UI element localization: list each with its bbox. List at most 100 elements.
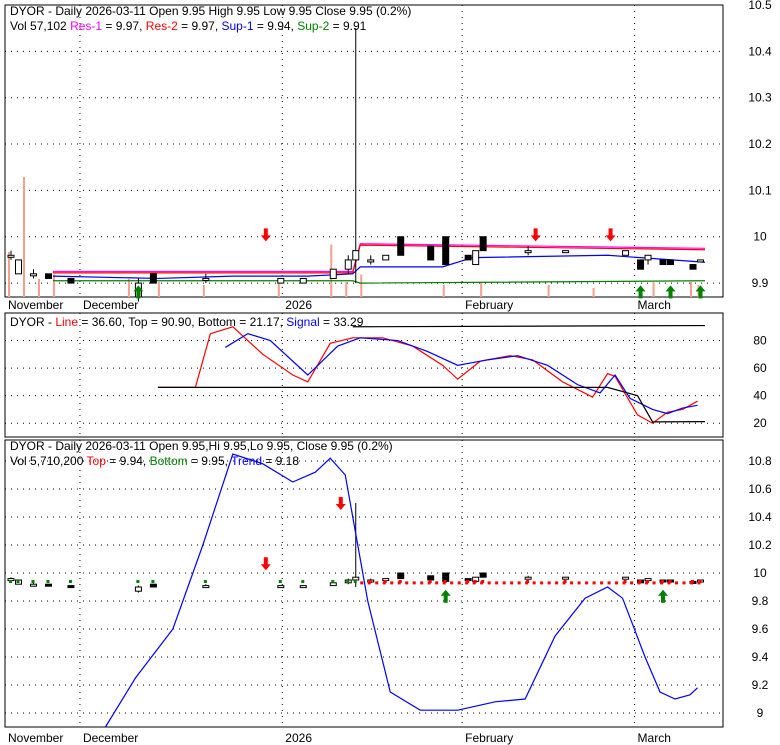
y-tick-label: 10 [753,230,767,244]
candle-body [427,575,435,581]
y-tick-label: 9.6 [752,622,769,636]
candle-body [67,277,75,284]
top-dot [592,581,596,585]
candle-body [29,583,37,587]
top-dot [465,581,469,585]
candle-body [277,277,285,284]
legend-item: Top [87,454,107,468]
top-dot [360,581,364,585]
y-tick-label: 60 [753,361,767,375]
trend-dot [346,580,350,583]
down-arrow-icon [530,228,541,242]
x-tick-label: February [465,298,513,312]
legend-title: DYOR - Daily 2026-03-11 Open 9.95,Hi 9.9… [10,439,393,453]
candle-body [352,250,360,261]
panel-frame [4,4,724,298]
volume-bar [202,285,205,297]
volume-bar [8,252,10,297]
top-dot [382,581,386,585]
top-dot [442,581,446,585]
legend-item: Res-1 [70,19,102,33]
top-dot [480,581,484,585]
top-dot [652,581,656,585]
legend-title: DYOR - Daily 2026-03-11 Open 9.95 High 9… [10,4,411,18]
top-dot [697,581,701,585]
top-dot [412,581,416,585]
candle-body [44,583,52,587]
top-dot [607,581,611,585]
top-dot [427,581,431,585]
chart-canvas: 10.5 10.4 10.3 10.2 10.1 10 9.9 DYOR - Daily 20… [4,0,772,745]
chart-title: DYOR - Daily 2026-03-11 Open 9.95 High 9… [10,4,411,18]
legend-item: Sup-2 [297,19,329,33]
x-tick-label: 2026 [285,298,312,312]
y-tick-label: 9.9 [752,276,769,290]
candle-body [149,583,157,588]
legend-item: = 9.94, [106,454,150,468]
legend-item: Vol 57,102 [10,19,70,33]
trend-line [104,453,698,728]
y-tick-label: 9.2 [752,678,769,692]
trend-dot [68,580,72,583]
candle-body [697,259,705,263]
up-arrow-icon [695,285,706,299]
y-tick-label: 10.4 [748,510,772,524]
y-tick-label: 10.8 [748,454,772,468]
top-dot [367,581,371,585]
x-tick-label: November [8,298,63,312]
candle-body [299,585,307,589]
legend-item: = 9.94, [254,19,298,33]
y-tick-label: 10.2 [748,137,772,151]
legend-item: = 9.97, [178,19,222,33]
y-tick-label: 80 [753,334,767,348]
y-tick-label: 9.4 [752,650,769,664]
y-tick-label: 10.2 [748,538,772,552]
down-arrow-icon [335,497,346,510]
trend-dot [353,580,357,583]
candle-body [277,585,285,589]
trend-dot [151,580,155,583]
candle-body [442,236,450,266]
top-dot [540,581,544,585]
candle-body [622,576,630,580]
top-dot [390,581,394,585]
candle-body [622,250,630,256]
candle-body [67,585,75,589]
top-dot [502,581,506,585]
legend-item: = 9.95, [188,454,231,468]
candle-body [352,576,360,581]
y-tick-label: 10.1 [748,183,772,197]
candle-body [299,277,307,284]
candle-body [149,273,157,284]
legend-item: Signal [286,315,319,329]
candle-body [29,273,37,277]
candle-body [689,264,697,270]
x-tick-label: 2026 [285,731,312,745]
trend-dot [278,580,282,583]
candle-body [562,576,570,580]
candle-body [479,236,487,252]
volume-bar [52,274,55,297]
legend-item: DYOR - [10,315,55,329]
x-tick-label: March [638,298,671,312]
x-tick-label: December [83,731,138,745]
candle-body [524,250,532,254]
top-dot [577,581,581,585]
top-dot [547,581,551,585]
volume-bar [442,285,445,297]
top-dot [585,581,589,585]
volume-bar [592,288,595,297]
chart-legend: Vol 57,102 Res-1 = 9.97, Res-2 = 9.97, S… [10,19,367,33]
candle-body [44,273,52,279]
top-dot [487,581,491,585]
y-tick-label: 10 [753,566,767,580]
legend-item: = 9.97, [102,19,146,33]
series-top [352,324,706,328]
candle-body [329,268,337,279]
candle-body [329,582,337,587]
top-dot [457,581,461,585]
legend-item: Sup-1 [222,19,254,33]
candle-body [14,259,22,275]
trend-dot [46,580,50,583]
top-dot [615,581,619,585]
